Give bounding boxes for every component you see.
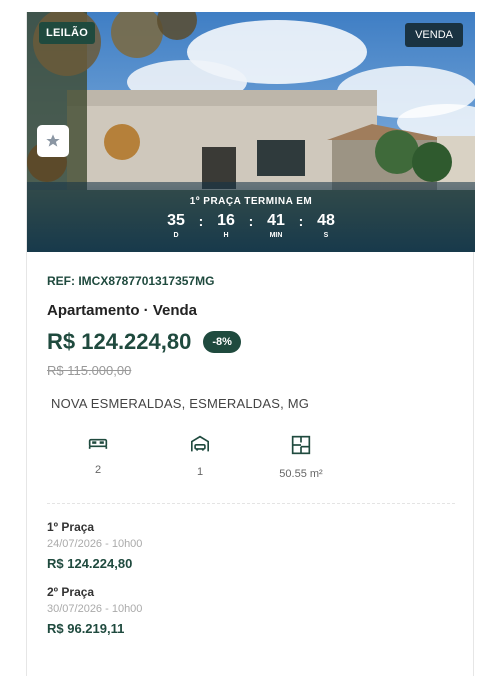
property-features: 2 1 50.55 m² <box>47 435 457 480</box>
garage-count: 1 <box>196 466 204 478</box>
round-label: 1º Praça <box>47 520 95 534</box>
address: NOVA ESMERALDAS, ESMERALDAS, MG <box>51 396 310 411</box>
feature-area: 50.55 m² <box>261 435 341 480</box>
round-price: R$ 96.219,11 <box>47 621 125 636</box>
feature-garage: 1 <box>169 435 231 480</box>
feature-bedrooms: 2 <box>67 435 129 480</box>
property-type: Apartamento · Venda <box>47 302 198 319</box>
hours-label: H <box>223 232 229 239</box>
countdown-separator: : <box>248 213 254 229</box>
hours-value: 16 <box>217 212 235 229</box>
countdown-hours: 16 H <box>206 212 246 239</box>
star-icon <box>46 134 60 147</box>
property-card[interactable]: LEILÃO VENDA 1º PRAÇA TERMINA EM 35 D : … <box>26 12 475 676</box>
countdown-title: 1º PRAÇA TERMINA EM <box>189 196 313 207</box>
reference-code: REF: IMCX8787701317357MG <box>47 274 215 288</box>
round-label: 2º Praça <box>47 585 95 599</box>
countdown-days: 35 D <box>156 212 196 239</box>
favorite-button[interactable] <box>37 125 69 157</box>
countdown-seconds: 48 S <box>306 212 346 239</box>
auction-rounds: 1º Praça 24/07/2026 - 10h00 R$ 124.224,8… <box>47 520 142 636</box>
countdown-separator: : <box>298 213 304 229</box>
price-row: R$ 124.224,80 -8% <box>47 329 457 355</box>
round-1: 1º Praça 24/07/2026 - 10h00 R$ 124.224,8… <box>47 520 142 571</box>
round-date: 30/07/2026 - 10h00 <box>47 603 143 615</box>
property-photo[interactable]: LEILÃO VENDA 1º PRAÇA TERMINA EM 35 D : … <box>27 12 475 252</box>
round-price: R$ 124.224,80 <box>47 556 133 571</box>
original-price: R$ 115.000,00 <box>47 363 132 378</box>
seconds-label: S <box>323 232 329 239</box>
days-label: D <box>173 232 179 239</box>
auction-badge: LEILÃO <box>39 22 96 44</box>
bedrooms-count: 2 <box>94 464 102 476</box>
countdown-separator: : <box>198 213 204 229</box>
minutes-value: 41 <box>267 212 285 229</box>
area-size: 50.55 m² <box>279 468 323 480</box>
listing-details: REF: IMCX8787701317357MG Apartamento · V… <box>47 274 457 480</box>
countdown-minutes: 41 MIN <box>256 212 296 239</box>
days-value: 35 <box>167 212 185 229</box>
discount-badge: -8% <box>203 331 241 353</box>
divider <box>47 503 455 504</box>
round-date: 24/07/2026 - 10h00 <box>47 538 143 550</box>
floorplan-icon <box>291 435 311 455</box>
seconds-value: 48 <box>317 212 335 229</box>
minutes-label: MIN <box>269 232 283 239</box>
garage-icon <box>191 435 209 452</box>
current-price: R$ 124.224,80 <box>47 329 192 354</box>
countdown-timer: 1º PRAÇA TERMINA EM 35 D : 16 H : 41 MIN… <box>27 182 475 252</box>
bed-icon <box>88 438 108 449</box>
round-2: 2º Praça 30/07/2026 - 10h00 R$ 96.219,11 <box>47 585 142 636</box>
sale-type-badge: VENDA <box>405 23 463 47</box>
